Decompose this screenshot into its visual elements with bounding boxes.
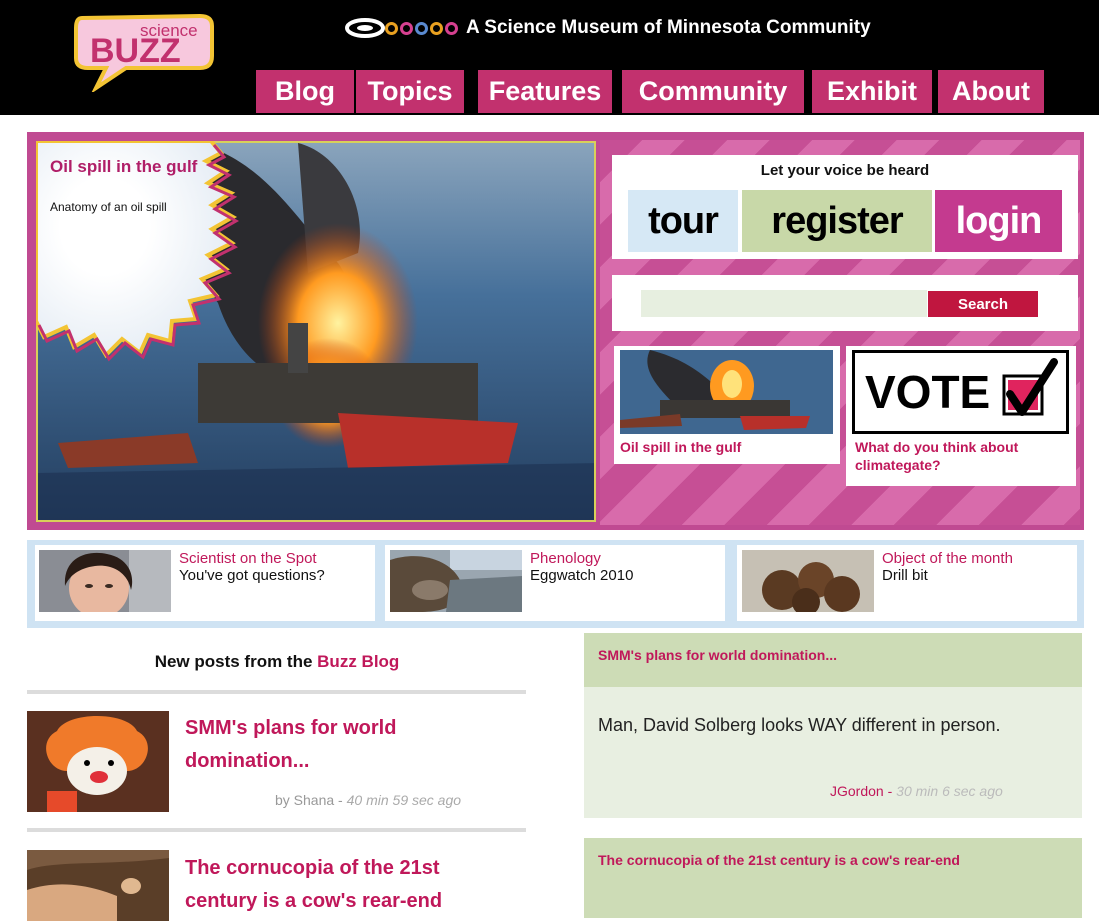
- tour-button[interactable]: tour: [628, 190, 738, 252]
- post-title-1[interactable]: SMM's plans for world domination...: [185, 712, 515, 778]
- hero-title[interactable]: Oil spill in the gulf: [50, 158, 200, 176]
- promo-scientist-text: You've got questions?: [179, 567, 325, 584]
- divider: [27, 690, 526, 694]
- post-author-1[interactable]: by Shana: [275, 792, 334, 808]
- museum-tagline[interactable]: A Science Museum of Minnesota Community: [345, 10, 871, 46]
- vote-word: VOTE: [865, 366, 991, 418]
- smm-swirl-icon: [345, 18, 385, 38]
- community-people-icon: [385, 21, 458, 35]
- promo-object-text: Drill bit: [882, 567, 928, 584]
- drill-bit-photo[interactable]: [742, 550, 874, 612]
- promo-scientist-title[interactable]: Scientist on the Spot: [179, 550, 374, 567]
- post-meta-1: by Shana - 40 min 59 sec ago: [275, 792, 461, 808]
- hero-subtitle: Anatomy of an oil spill: [50, 200, 167, 214]
- nav-blog[interactable]: Blog: [256, 70, 354, 113]
- comment-header-1: SMM's plans for world domination...: [584, 633, 1082, 687]
- promo-object-title[interactable]: Object of the month: [882, 550, 1077, 567]
- login-button[interactable]: login: [935, 190, 1062, 252]
- phenology-photo[interactable]: [390, 550, 522, 612]
- logo-buzz-text: BUZZ: [90, 32, 181, 70]
- post-title-2[interactable]: The cornucopia of the 21st century is a …: [185, 852, 515, 918]
- nav-features[interactable]: Features: [478, 70, 612, 113]
- search-button[interactable]: Search: [928, 291, 1038, 317]
- blog-heading-prefix: New posts from the: [154, 652, 318, 671]
- comment-time-1: 30 min 6 sec ago: [896, 783, 1003, 799]
- post-thumbnail-1[interactable]: [27, 711, 169, 812]
- oil-spill-link[interactable]: Oil spill in the gulf: [620, 439, 741, 455]
- voice-heading: Let your voice be heard: [760, 162, 930, 179]
- comment-topic-2[interactable]: The cornucopia of the 21st century is a …: [584, 838, 1082, 882]
- comment-author-1[interactable]: JGordon: [830, 783, 884, 799]
- comment-meta-separator-1: -: [883, 783, 897, 799]
- nav-community[interactable]: Community: [622, 70, 804, 113]
- register-button[interactable]: register: [742, 190, 932, 252]
- post-thumbnail-2[interactable]: [27, 850, 169, 921]
- tagline-text: A Science Museum of Minnesota Community: [466, 17, 871, 38]
- blog-heading: New posts from the Buzz Blog: [27, 652, 527, 672]
- search-input[interactable]: [641, 290, 927, 317]
- nav-topics[interactable]: Topics: [356, 70, 464, 113]
- comment-header-2: The cornucopia of the 21st century is a …: [584, 838, 1082, 918]
- buzz-blog-link[interactable]: Buzz Blog: [317, 652, 399, 671]
- nav-about[interactable]: About: [938, 70, 1044, 113]
- vote-link[interactable]: What do you think about climategate?: [855, 438, 1065, 474]
- comment-text-1: Man, David Solberg looks WAY different i…: [598, 715, 1001, 735]
- promo-phenology-title[interactable]: Phenology: [530, 550, 725, 567]
- checkbox-check-icon: [1002, 358, 1058, 416]
- comment-topic-1[interactable]: SMM's plans for world domination...: [584, 633, 1082, 677]
- science-buzz-logo[interactable]: science BUZZ: [70, 10, 218, 94]
- oil-spill-thumbnail[interactable]: [620, 350, 833, 434]
- comment-meta-1: JGordon - 30 min 6 sec ago: [830, 783, 1003, 799]
- nav-exhibit[interactable]: Exhibit: [812, 70, 932, 113]
- scientist-photo[interactable]: [39, 550, 171, 612]
- post-time-1: 40 min 59 sec ago: [346, 792, 462, 808]
- divider: [27, 828, 526, 832]
- post-meta-separator-1: -: [334, 792, 347, 808]
- promo-phenology-text: Eggwatch 2010: [530, 567, 634, 584]
